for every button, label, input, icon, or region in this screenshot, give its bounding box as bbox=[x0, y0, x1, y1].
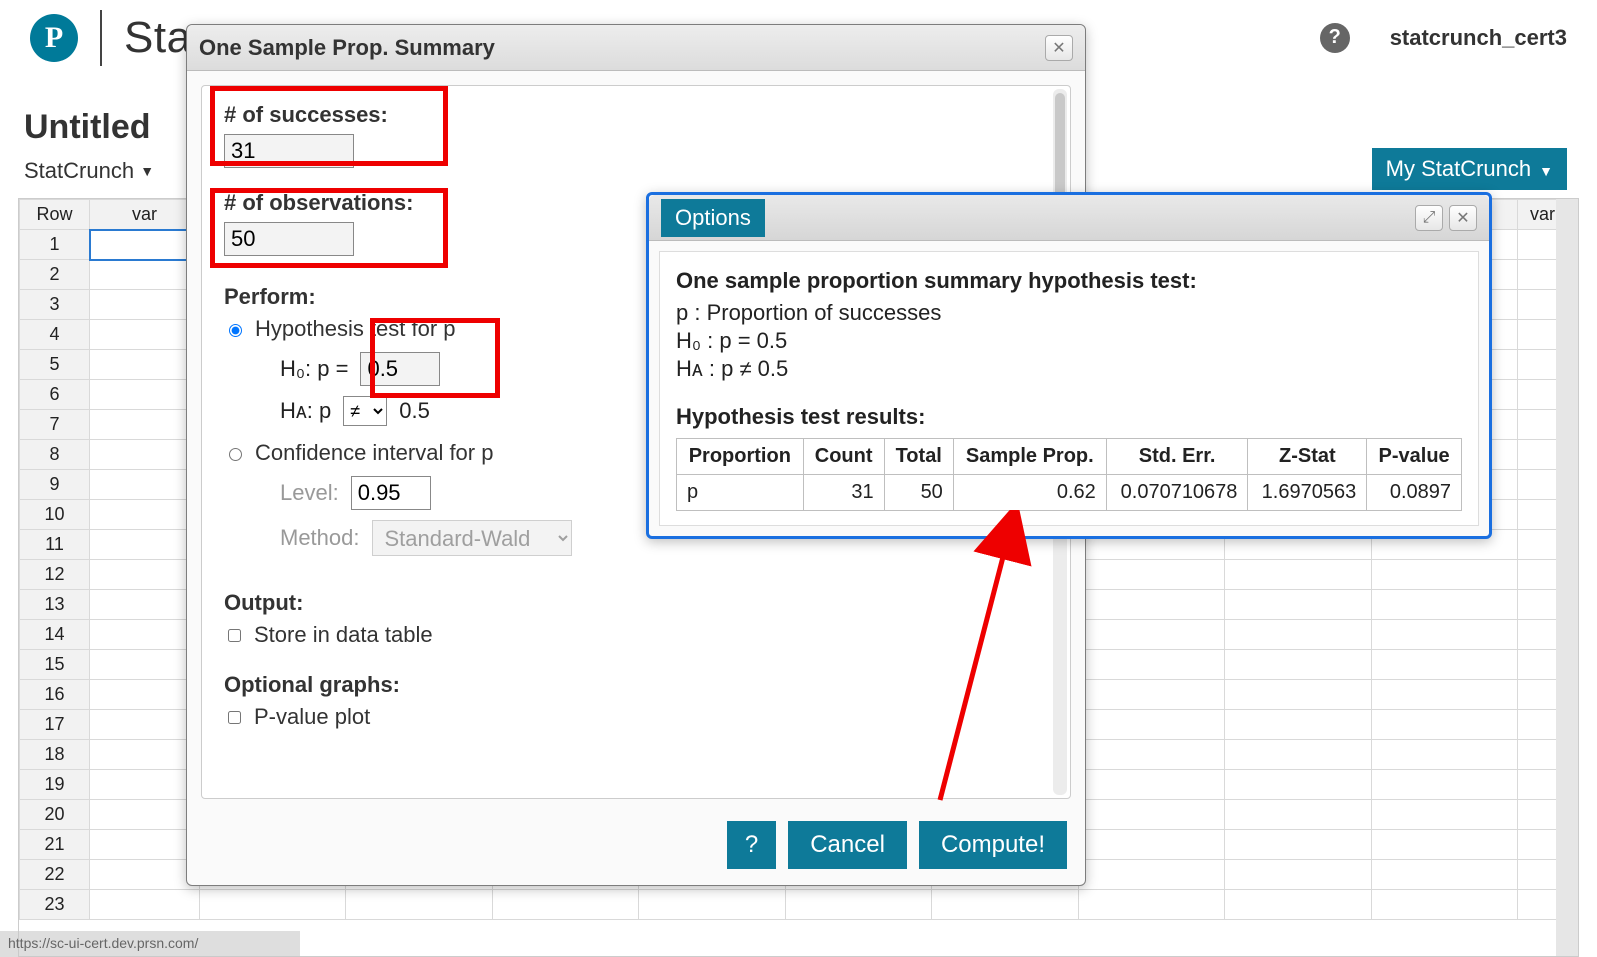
row-number[interactable]: 12 bbox=[20, 560, 90, 590]
caret-down-icon: ▼ bbox=[1539, 163, 1553, 179]
col-std-err: Std. Err. bbox=[1106, 439, 1248, 475]
results-ha-line: Hᴀ : p ≠ 0.5 bbox=[676, 356, 1462, 382]
row-number[interactable]: 16 bbox=[20, 680, 90, 710]
document-title: Untitled bbox=[24, 108, 151, 147]
results-table-heading: Hypothesis test results: bbox=[676, 404, 1462, 430]
row-number[interactable]: 20 bbox=[20, 800, 90, 830]
col-total: Total bbox=[884, 439, 953, 475]
row-number[interactable]: 3 bbox=[20, 290, 90, 320]
output-label: Output: bbox=[224, 590, 1048, 616]
ha-label: Hᴀ: p bbox=[280, 398, 331, 424]
row-number[interactable]: 19 bbox=[20, 770, 90, 800]
results-table: Proportion Count Total Sample Prop. Std.… bbox=[676, 438, 1462, 511]
store-check-row[interactable]: Store in data table bbox=[224, 622, 1048, 648]
col-p-value: P-value bbox=[1367, 439, 1462, 475]
row-number[interactable]: 14 bbox=[20, 620, 90, 650]
successes-label: # of successes: bbox=[224, 102, 1048, 128]
row-number[interactable]: 1 bbox=[20, 230, 90, 260]
successes-input[interactable] bbox=[224, 134, 354, 168]
pearson-logo-letter: P bbox=[45, 21, 63, 55]
row-number[interactable]: 9 bbox=[20, 470, 90, 500]
row-number[interactable]: 17 bbox=[20, 710, 90, 740]
pearson-logo: P bbox=[30, 14, 78, 62]
statcrunch-menu[interactable]: StatCrunch ▼ bbox=[24, 158, 154, 184]
method-label: Method: bbox=[280, 525, 360, 551]
dialog-title: One Sample Prop. Summary bbox=[199, 35, 495, 61]
row-number[interactable]: 2 bbox=[20, 260, 90, 290]
hypothesis-radio-label: Hypothesis test for p bbox=[255, 316, 456, 342]
row-number[interactable]: 18 bbox=[20, 740, 90, 770]
row-number[interactable]: 6 bbox=[20, 380, 90, 410]
vertical-scrollbar[interactable] bbox=[1556, 199, 1578, 956]
results-body: One sample proportion summary hypothesis… bbox=[659, 251, 1479, 526]
cell-count: 31 bbox=[803, 475, 884, 511]
my-statcrunch-button[interactable]: My StatCrunch▼ bbox=[1372, 148, 1567, 190]
level-label: Level: bbox=[280, 480, 339, 506]
expand-icon[interactable]: ⤢ bbox=[1415, 205, 1443, 231]
ha-value: 0.5 bbox=[399, 398, 430, 424]
results-heading: One sample proportion summary hypothesis… bbox=[676, 268, 1462, 294]
username-label[interactable]: statcrunch_cert3 bbox=[1390, 25, 1567, 51]
dialog-footer: ? Cancel Compute! bbox=[187, 813, 1085, 869]
column-header[interactable]: var bbox=[90, 200, 200, 230]
row-number[interactable]: 8 bbox=[20, 440, 90, 470]
cell-total: 50 bbox=[884, 475, 953, 511]
cell-selected[interactable] bbox=[90, 230, 200, 260]
brand-divider bbox=[100, 10, 102, 66]
help-icon[interactable]: ? bbox=[1320, 23, 1350, 53]
cell-sample-prop: 0.62 bbox=[953, 475, 1106, 511]
pvalue-plot-label: P-value plot bbox=[254, 704, 370, 730]
row-header: Row bbox=[20, 200, 90, 230]
results-titlebar[interactable]: Options ⤢ ✕ bbox=[649, 195, 1489, 241]
row-number[interactable]: 21 bbox=[20, 830, 90, 860]
dialog-titlebar[interactable]: One Sample Prop. Summary ✕ bbox=[187, 25, 1085, 71]
cell-std-err: 0.070710678 bbox=[1106, 475, 1248, 511]
store-label: Store in data table bbox=[254, 622, 433, 648]
results-dialog[interactable]: Options ⤢ ✕ One sample proportion summar… bbox=[646, 192, 1492, 539]
col-z-stat: Z-Stat bbox=[1248, 439, 1367, 475]
store-checkbox[interactable] bbox=[228, 629, 241, 642]
row-number[interactable]: 10 bbox=[20, 500, 90, 530]
observations-input[interactable] bbox=[224, 222, 354, 256]
cell-z-stat: 1.6970563 bbox=[1248, 475, 1367, 511]
compute-button[interactable]: Compute! bbox=[919, 821, 1067, 869]
pvalue-plot-row[interactable]: P-value plot bbox=[224, 704, 1048, 730]
col-sample-prop: Sample Prop. bbox=[953, 439, 1106, 475]
method-select: Standard-Wald bbox=[372, 520, 572, 556]
help-button[interactable]: ? bbox=[727, 821, 776, 869]
col-count: Count bbox=[803, 439, 884, 475]
ci-radio[interactable] bbox=[229, 448, 242, 461]
row-number[interactable]: 22 bbox=[20, 860, 90, 890]
results-p-line: p : Proportion of successes bbox=[676, 300, 1462, 326]
pvalue-plot-checkbox[interactable] bbox=[228, 711, 241, 724]
status-bar: https://sc-ui-cert.dev.prsn.com/ bbox=[0, 931, 300, 957]
row-number[interactable]: 7 bbox=[20, 410, 90, 440]
row-number[interactable]: 11 bbox=[20, 530, 90, 560]
row-number[interactable]: 5 bbox=[20, 350, 90, 380]
h0-label: H₀: p = bbox=[280, 356, 348, 382]
close-icon[interactable]: ✕ bbox=[1045, 35, 1073, 61]
ci-radio-label: Confidence interval for p bbox=[255, 440, 493, 466]
cell-proportion: p bbox=[677, 475, 804, 511]
row-number[interactable]: 23 bbox=[20, 890, 90, 920]
h0-value-input[interactable] bbox=[360, 352, 440, 386]
close-icon[interactable]: ✕ bbox=[1449, 205, 1477, 231]
level-input[interactable] bbox=[351, 476, 431, 510]
cancel-button[interactable]: Cancel bbox=[788, 821, 907, 869]
graphs-label: Optional graphs: bbox=[224, 672, 1048, 698]
row-number[interactable]: 15 bbox=[20, 650, 90, 680]
results-h0-line: H₀ : p = 0.5 bbox=[676, 328, 1462, 354]
cell-p-value: 0.0897 bbox=[1367, 475, 1462, 511]
results-row: p 31 50 0.62 0.070710678 1.6970563 0.089… bbox=[677, 475, 1462, 511]
caret-down-icon: ▼ bbox=[140, 163, 154, 179]
options-button[interactable]: Options bbox=[661, 199, 765, 237]
col-proportion: Proportion bbox=[677, 439, 804, 475]
ha-operator-select[interactable]: ≠ bbox=[343, 396, 387, 426]
hypothesis-radio[interactable] bbox=[229, 324, 242, 337]
row-number[interactable]: 13 bbox=[20, 590, 90, 620]
row-number[interactable]: 4 bbox=[20, 320, 90, 350]
